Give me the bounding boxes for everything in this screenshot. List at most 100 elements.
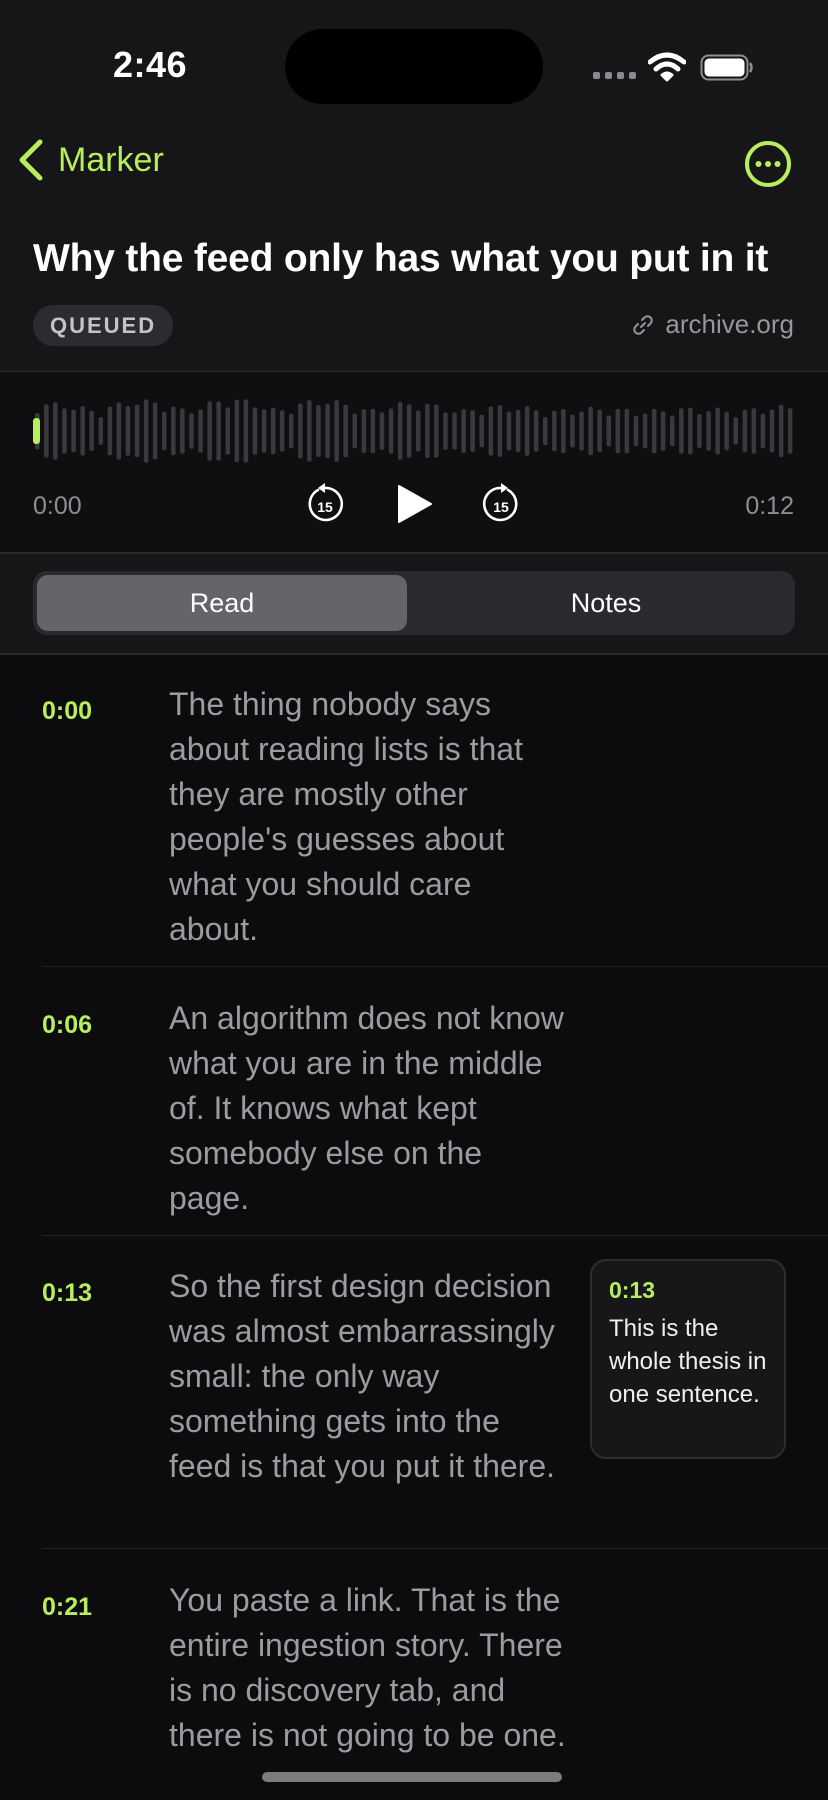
waveform-bar (679, 408, 684, 454)
status-time: 2:46 (113, 44, 188, 85)
audio-player: 0:00 15 15 0:12 (0, 372, 828, 552)
waveform-bar (769, 409, 775, 453)
waveform-bar (461, 409, 466, 453)
total-time: 0:12 (745, 492, 794, 520)
waveform-scrubber[interactable] (33, 396, 795, 466)
waveform-bar (143, 399, 149, 463)
waveform-bar (434, 404, 439, 458)
waveform-bar (706, 411, 711, 451)
waveform-bar (298, 403, 303, 459)
segment-text: The thing nobody says about reading list… (169, 686, 523, 947)
waveform-bar (506, 411, 512, 451)
status-badge: QUEUED (33, 305, 174, 346)
waveform-bar (134, 404, 140, 458)
status-bar: 2:46 (0, 0, 828, 110)
waveform-bar (488, 406, 494, 456)
waveform-bar (515, 409, 521, 453)
waveform-bar (579, 411, 584, 451)
waveform-bar (588, 406, 593, 456)
waveform-bar (443, 412, 448, 450)
waveform-bar (289, 413, 294, 449)
battery-icon (700, 54, 753, 81)
waveform-bar (552, 410, 557, 452)
waveform-bar (397, 402, 403, 460)
waveform-bar (760, 413, 766, 449)
waveform-bar (543, 417, 548, 446)
waveform-bar (479, 414, 484, 448)
cellular-signal-icon (593, 72, 636, 79)
waveform-bar (171, 406, 176, 456)
waveform-bar (162, 411, 167, 451)
playhead[interactable] (33, 418, 40, 444)
view-switcher: Read Notes (0, 554, 828, 653)
waveform-bar (189, 413, 194, 449)
waveform-bar (733, 417, 738, 445)
waveform-bar (53, 402, 58, 460)
waveform-bar (125, 406, 131, 456)
note-timestamp: 0:13 (609, 1277, 656, 1303)
segment-text: You paste a link. That is the entire ing… (169, 1582, 566, 1753)
home-indicator[interactable] (262, 1772, 562, 1782)
waveform-bar (225, 407, 230, 455)
waveform-bar (252, 407, 258, 455)
waveform-bar (62, 408, 67, 454)
waveform-bar (71, 409, 76, 453)
waveform-bar (651, 408, 657, 454)
waveform-bar (379, 412, 385, 450)
waveform-bar (334, 400, 339, 462)
waveform-bar (307, 400, 312, 462)
waveform-bar (416, 410, 421, 452)
skip-back-15-button[interactable]: 15 (305, 482, 345, 524)
row-divider (42, 966, 828, 967)
waveform-bar (670, 415, 675, 447)
waveform-bar (497, 405, 503, 457)
tab-notes[interactable]: Notes (421, 575, 791, 631)
link-icon (633, 314, 654, 335)
waveform-bar (98, 417, 103, 445)
source-link[interactable]: archive.org (631, 309, 794, 340)
segment-text: An algorithm does not know what you are … (169, 1000, 564, 1216)
segment-timestamp[interactable]: 0:00 (42, 697, 92, 726)
segment-timestamp[interactable]: 0:21 (42, 1593, 92, 1622)
waveform-bar (642, 413, 648, 449)
skip-forward-15-button[interactable]: 15 (481, 482, 521, 524)
tab-read[interactable]: Read (37, 575, 407, 631)
segment-timestamp[interactable]: 0:06 (42, 1011, 92, 1040)
waveform-bar (570, 414, 575, 448)
chevron-left-icon (19, 139, 43, 181)
waveform-bar (724, 411, 729, 451)
waveform-bar (388, 408, 394, 454)
row-divider (42, 1548, 828, 1549)
note-card[interactable]: 0:13 This is the whole thesis in one sen… (590, 1259, 786, 1459)
article-title: Why the feed only has what you put in it (33, 237, 769, 280)
skip-back-seconds: 15 (317, 499, 333, 515)
waveform-bar (778, 404, 784, 458)
waveform-bar (615, 408, 621, 454)
waveform-bar (787, 408, 793, 454)
note-text: This is the whole thesis in one sentence… (609, 1315, 767, 1408)
waveform-bar (406, 404, 412, 458)
waveform-bar (270, 407, 276, 455)
waveform-bar (107, 406, 113, 456)
waveform-bar (370, 408, 376, 454)
segment-timestamp[interactable]: 0:13 (42, 1279, 92, 1308)
waveform-bar (261, 409, 267, 453)
segment-text: So the first design decision was almost … (169, 1268, 556, 1484)
back-button[interactable]: Marker (16, 138, 164, 182)
play-button[interactable] (395, 482, 435, 526)
waveform-bar (343, 404, 348, 458)
waveform-bar (715, 407, 720, 455)
waveform-bar (152, 402, 158, 460)
waveform-bar (425, 403, 430, 458)
waveform-bar (89, 410, 94, 451)
more-options-icon[interactable] (744, 140, 792, 188)
waveform-bar (533, 410, 539, 452)
waveform-bar (606, 415, 611, 447)
waveform-bar (352, 413, 357, 449)
waveform-bar (524, 406, 530, 456)
segmented-control: Read Notes (33, 571, 795, 635)
waveform-bar (80, 406, 85, 456)
status-badge-label: QUEUED (50, 312, 157, 338)
waveform-bar (316, 405, 321, 457)
waveform-bar (561, 409, 566, 454)
